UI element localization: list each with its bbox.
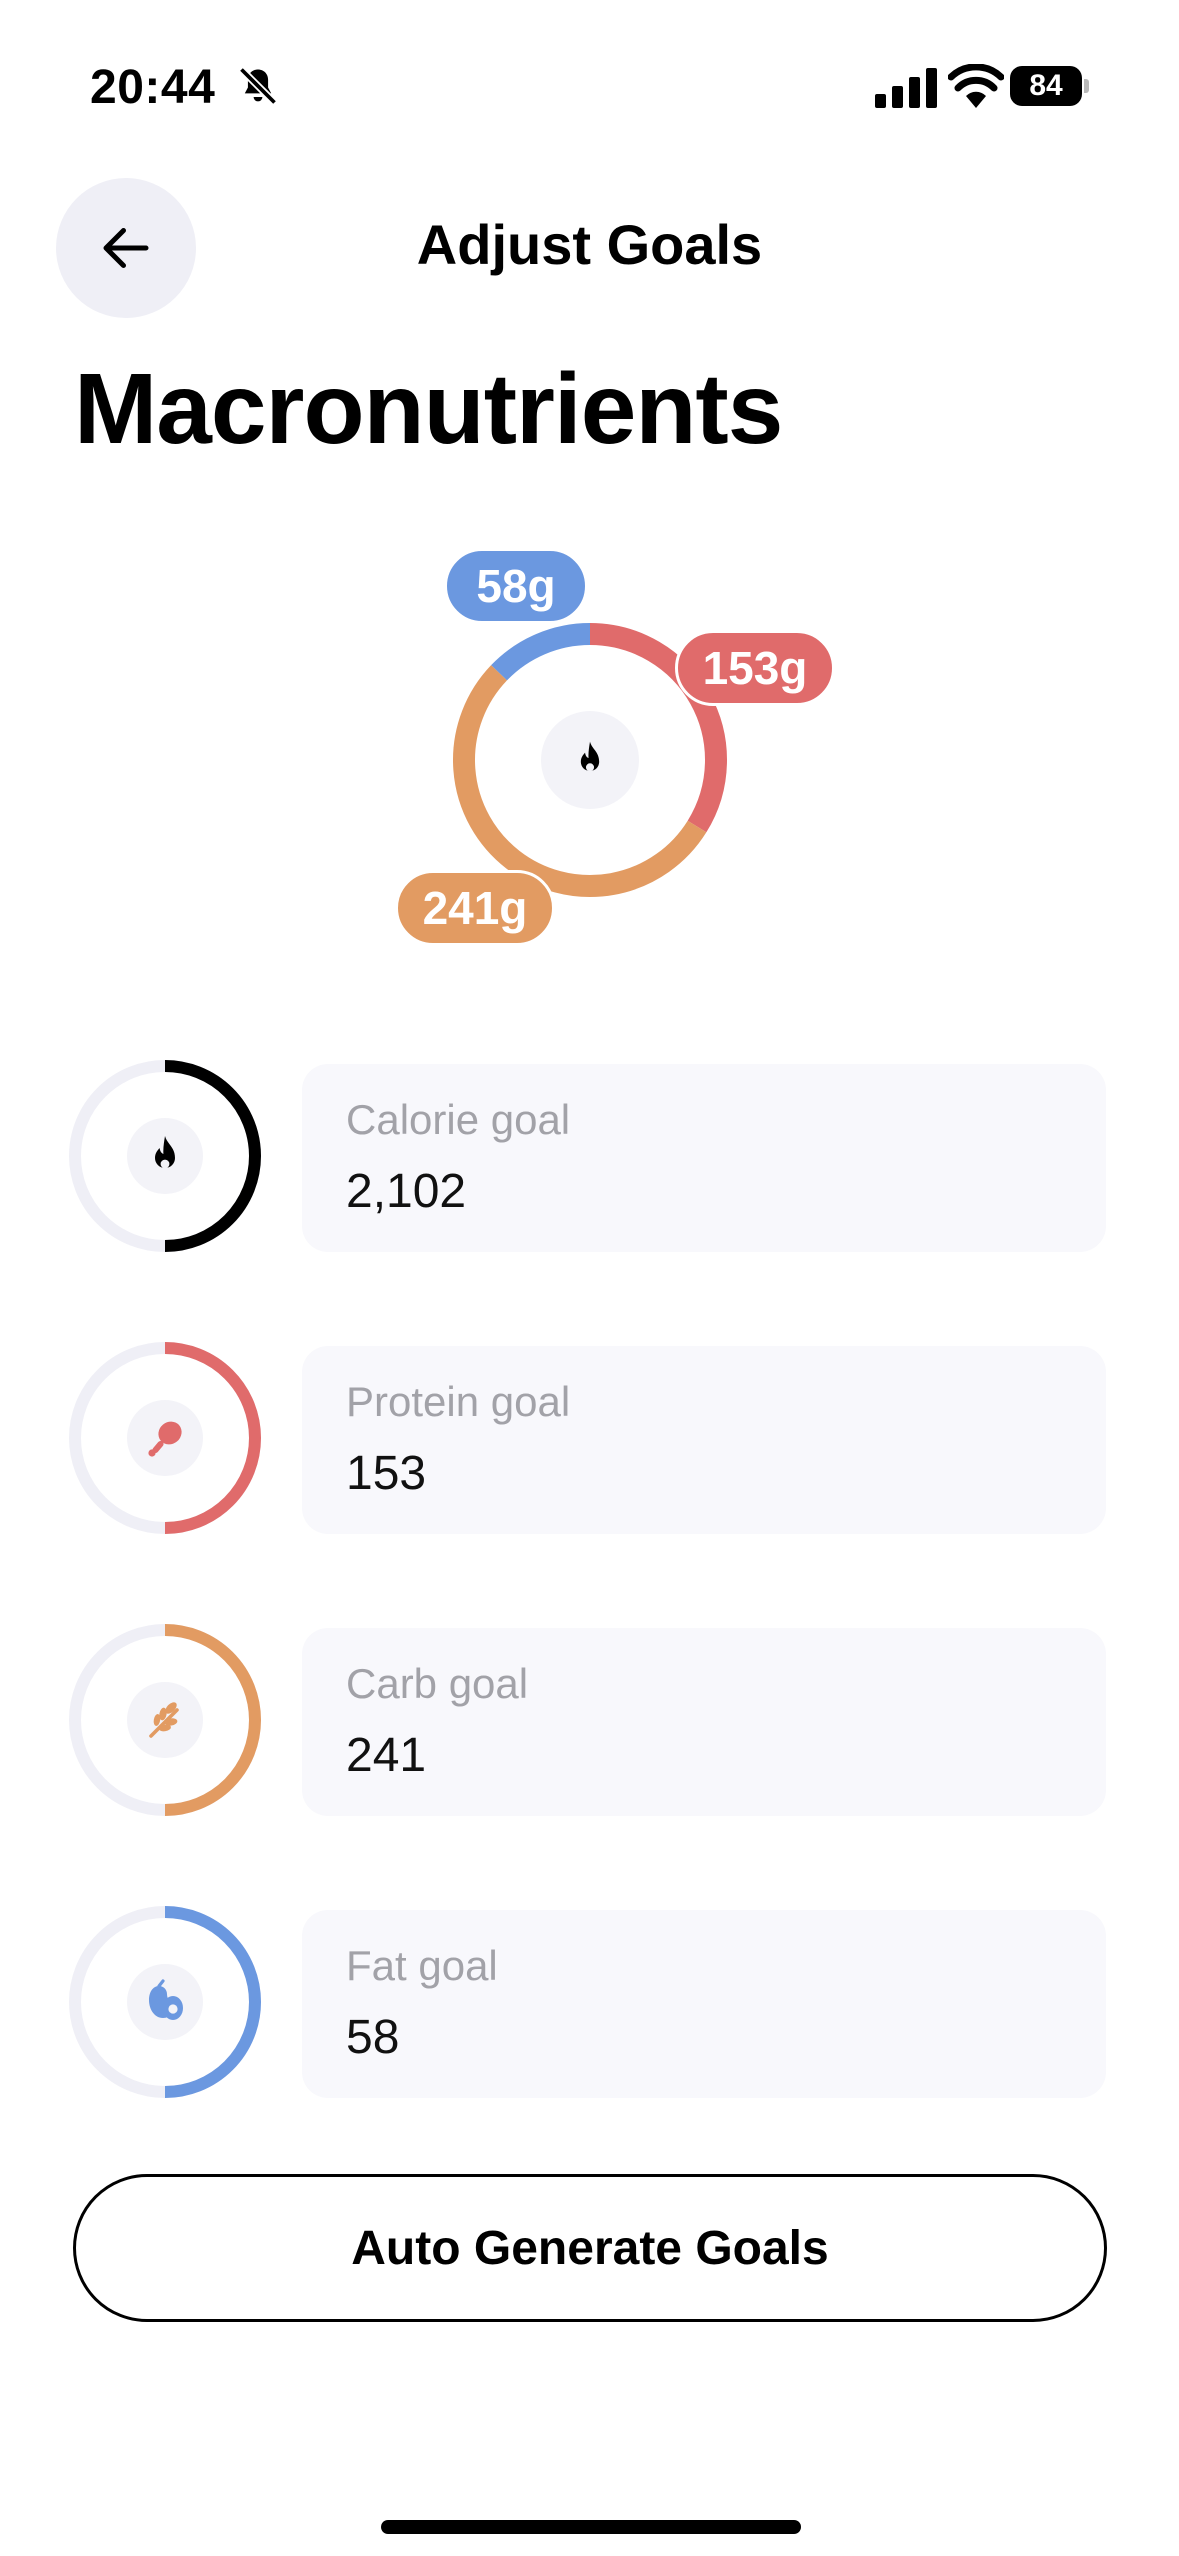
fat-icon-wrap [127, 1964, 203, 2040]
header-title: Adjust Goals [416, 213, 763, 276]
bell-slash-icon [238, 66, 278, 106]
fat-grams-label: 58g [444, 548, 588, 624]
fat-goal-value[interactable]: 58 [346, 2010, 399, 2065]
carb-goal-value[interactable]: 241 [346, 1728, 426, 1783]
fat-goal-label: Fat goal [346, 1942, 498, 1989]
donut-slice-fat [491, 623, 591, 681]
calorie-goal-value[interactable]: 2,102 [346, 1164, 466, 1219]
protein-grams-label: 153g [675, 630, 835, 706]
protein-goal-label: Protein goal [346, 1378, 571, 1425]
home-indicator[interactable] [381, 2520, 801, 2534]
battery-icon: 84 [1010, 66, 1090, 106]
calorie-goal-field[interactable]: Calorie goal 2,102 [302, 1064, 1106, 1252]
status-time: 20:44 [90, 61, 216, 114]
wifi-icon [948, 64, 1004, 108]
flame-icon [580, 741, 600, 772]
battery-level: 84 [1010, 66, 1082, 106]
carb-grams-label: 241g [395, 870, 555, 946]
fat-goal-field[interactable]: Fat goal 58 [302, 1910, 1106, 2098]
carb-goal-field[interactable]: Carb goal 241 [302, 1628, 1106, 1816]
donut-center [541, 711, 639, 809]
protein-goal-value[interactable]: 153 [346, 1446, 426, 1501]
drumstick-icon [148, 1421, 182, 1457]
protein-goal-field[interactable]: Protein goal 153 [302, 1346, 1106, 1534]
calorie-icon-wrap [127, 1118, 203, 1194]
calorie-goal-label: Calorie goal [346, 1096, 571, 1143]
wheat-icon [149, 1702, 179, 1738]
carb-goal-label: Carb goal [346, 1660, 529, 1707]
flame-icon [155, 1136, 175, 1169]
protein-icon-wrap [127, 1400, 203, 1476]
page-title: Macronutrients [74, 353, 783, 465]
carb-icon-wrap [127, 1682, 203, 1758]
auto-generate-goals-button[interactable]: Auto Generate Goals [73, 2174, 1107, 2322]
cellular-signal-icon [875, 68, 937, 108]
avocado-icon [149, 1979, 183, 2020]
